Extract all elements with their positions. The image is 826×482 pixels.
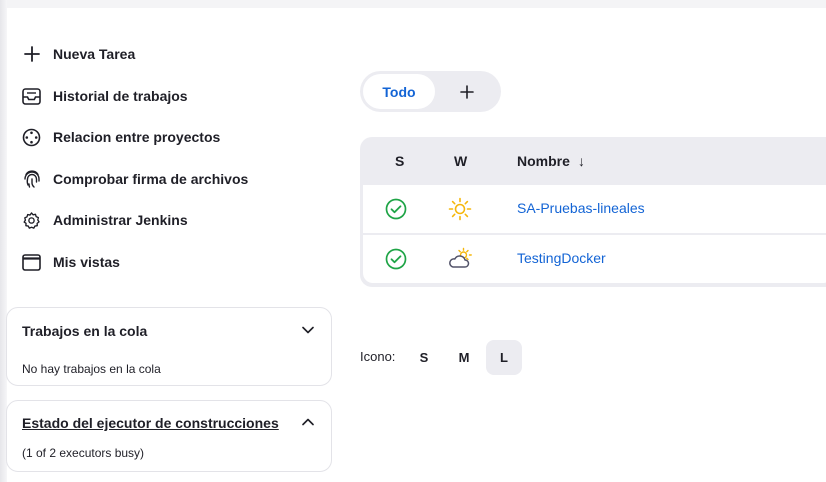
executor-status-text: (1 of 2 executors busy) — [22, 446, 145, 460]
plus-icon — [22, 45, 41, 64]
sidebar-item-label: Relacion entre proyectos — [53, 129, 221, 145]
job-link[interactable]: TestingDocker — [517, 250, 606, 266]
sidebar-item-label: Historial de trabajos — [53, 88, 188, 104]
chevron-down-icon[interactable] — [299, 321, 317, 339]
sidebar-item-project-relationship[interactable]: Relacion entre proyectos — [22, 125, 220, 149]
sidebar-item-label: Administrar Jenkins — [53, 212, 188, 228]
sidebar-item-label: Comprobar firma de archivos — [53, 171, 249, 187]
sidebar-item-new-task[interactable]: Nueva Tarea — [22, 42, 135, 66]
icon-size-medium-button[interactable]: M — [446, 340, 482, 375]
column-name[interactable]: Nombre — [517, 153, 570, 169]
column-status[interactable]: S — [395, 153, 404, 169]
icon-size-label: Icono: — [360, 349, 396, 364]
sidebar-item-label: Mis vistas — [53, 254, 120, 270]
success-check-icon — [385, 198, 407, 220]
sidebar-item-fingerprint[interactable]: Comprobar firma de archivos — [22, 167, 248, 191]
build-queue-panel: Trabajos en la cola No hay trabajos en l… — [6, 307, 332, 386]
jobs-table: S W Nombre ↓ SA-Pruebas-lineales Testing… — [360, 137, 826, 287]
fingerprint-icon — [22, 170, 41, 189]
relationship-icon — [22, 128, 41, 147]
window-icon — [22, 253, 41, 272]
job-link[interactable]: SA-Pruebas-lineales — [517, 200, 645, 216]
executor-status-panel: Estado del ejecutor de construcciones (1… — [6, 400, 332, 472]
sunny-icon — [448, 197, 472, 221]
view-tabs: Todo — [360, 71, 501, 112]
success-check-icon — [385, 248, 407, 270]
icon-size-large-button[interactable]: L — [486, 340, 522, 375]
build-queue-title: Trabajos en la cola — [22, 323, 148, 339]
inbox-icon — [22, 87, 41, 106]
partly-cloudy-icon — [449, 247, 472, 268]
tab-todo[interactable]: Todo — [363, 74, 435, 109]
column-weather[interactable]: W — [454, 153, 467, 169]
executor-status-link[interactable]: Estado del ejecutor de construcciones — [22, 415, 279, 431]
header-strip — [7, 0, 826, 8]
chevron-up-icon[interactable] — [299, 413, 317, 431]
table-row: TestingDocker — [363, 235, 826, 283]
sidebar-item-manage-jenkins[interactable]: Administrar Jenkins — [22, 208, 188, 232]
sidebar-item-my-views[interactable]: Mis vistas — [22, 250, 120, 274]
sidebar-item-build-history[interactable]: Historial de trabajos — [22, 84, 188, 108]
gear-icon — [22, 211, 41, 230]
table-row: SA-Pruebas-lineales — [363, 185, 826, 233]
plus-icon — [460, 85, 474, 99]
build-queue-empty-text: No hay trabajos en la cola — [22, 362, 161, 376]
add-view-button[interactable] — [454, 79, 480, 105]
icon-size-small-button[interactable]: S — [406, 340, 442, 375]
sort-arrow-icon[interactable]: ↓ — [578, 153, 585, 169]
sidebar-item-label: Nueva Tarea — [53, 46, 136, 62]
table-header: S W Nombre ↓ — [360, 137, 826, 185]
